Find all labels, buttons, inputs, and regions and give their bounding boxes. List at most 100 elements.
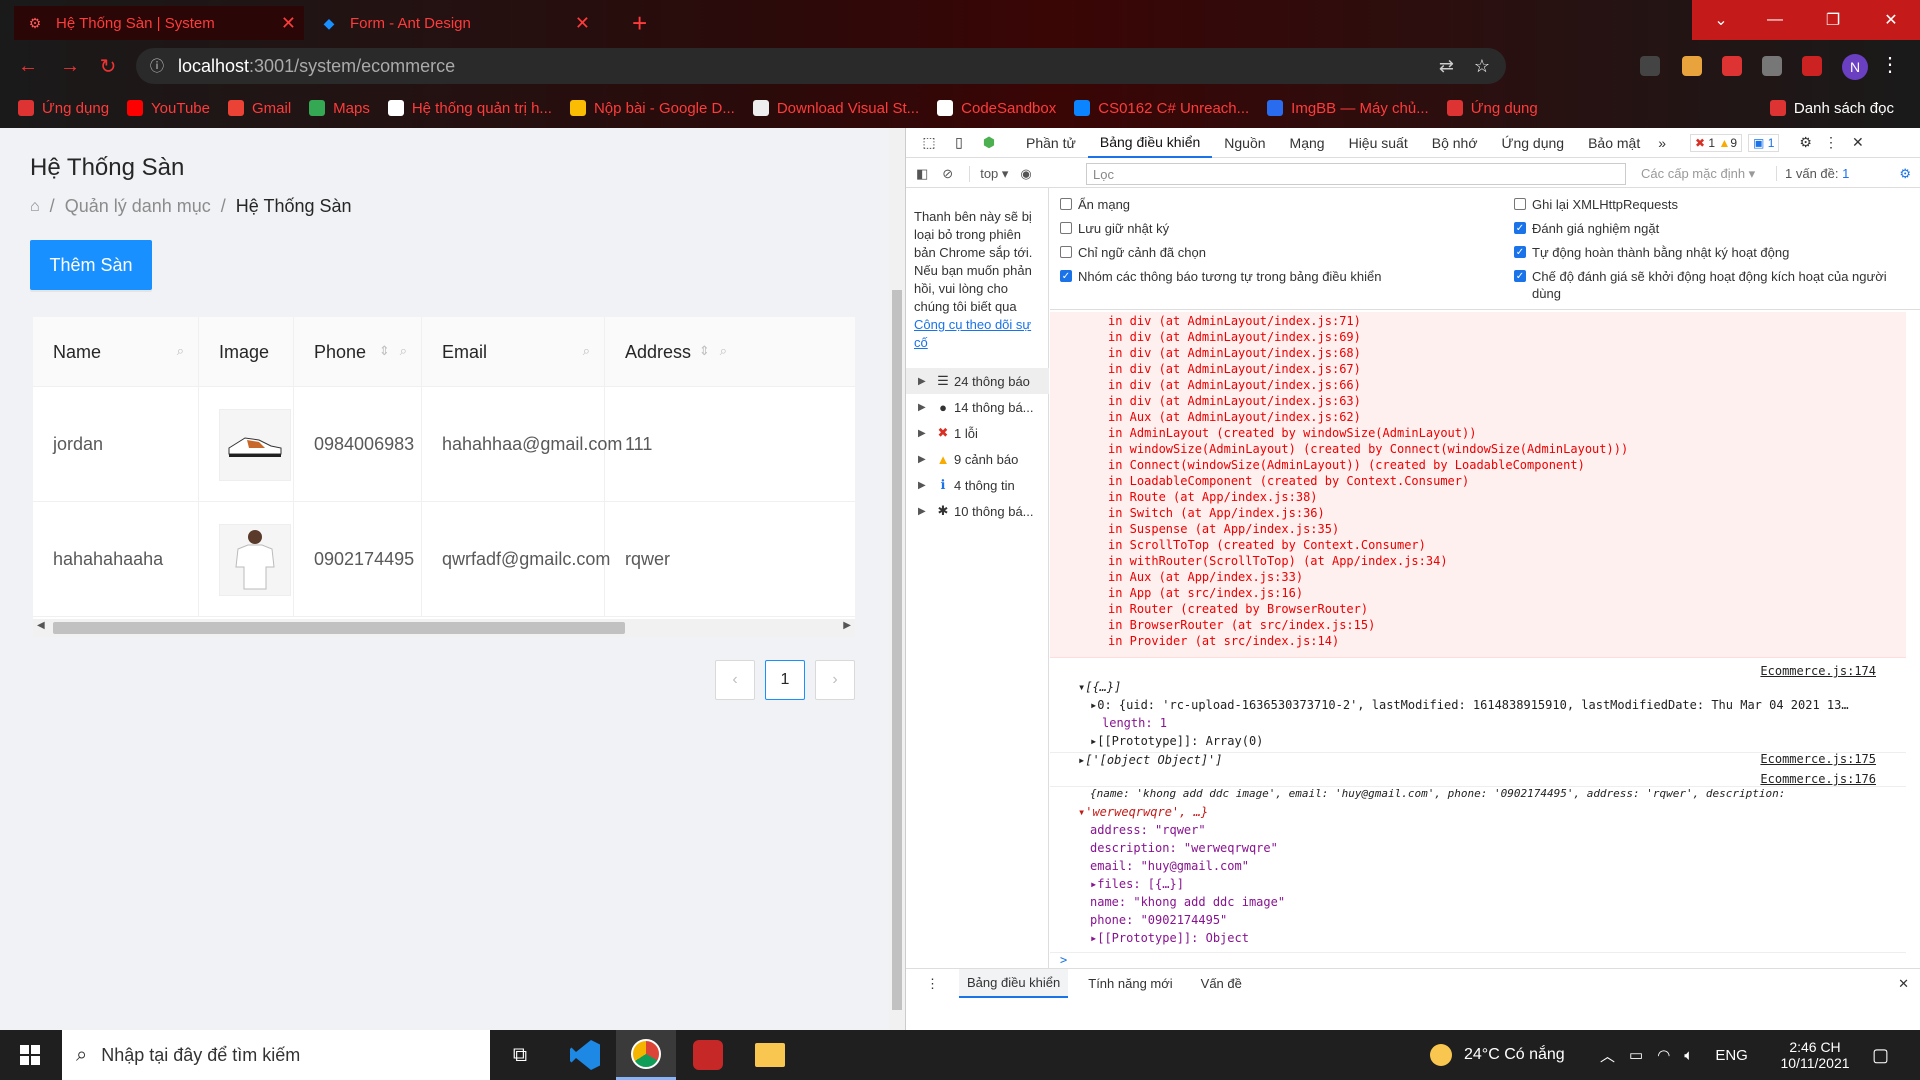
drawer-tab-issues[interactable]: Vấn đề xyxy=(1193,970,1250,997)
pagination-prev[interactable]: ‹ xyxy=(715,660,755,700)
network-icon[interactable]: ▭ xyxy=(1629,1046,1643,1064)
option-log-xhr[interactable]: Ghi lại XMLHttpRequests xyxy=(1514,196,1894,213)
clock[interactable]: 2:46 CH 10/11/2021 xyxy=(1760,1030,1870,1080)
info-badge[interactable]: ▣ 1 xyxy=(1748,133,1780,152)
tab-network[interactable]: Mạng xyxy=(1278,128,1337,158)
add-exchange-button[interactable]: Thêm Sàn xyxy=(30,240,152,290)
clear-console-icon[interactable]: ⊘ xyxy=(942,166,953,182)
more-tabs-icon[interactable]: » xyxy=(1658,135,1666,151)
checkbox-checked[interactable]: ✓ xyxy=(1514,222,1526,234)
bookmark-cs0162[interactable]: CS0162 C# Unreach... xyxy=(1074,100,1249,117)
sidebar-item-user-messages[interactable]: ▶ ● 14 thông bá... xyxy=(906,394,1049,420)
tab-security[interactable]: Bảo mật xyxy=(1576,128,1652,158)
home-icon[interactable]: ⌂ xyxy=(30,198,40,216)
checkbox[interactable] xyxy=(1514,198,1526,210)
task-view-icon[interactable]: ⧉ xyxy=(490,1030,550,1080)
scroll-right-icon[interactable]: ▶ xyxy=(843,620,851,631)
volume-icon[interactable]: 🔈︎ xyxy=(1684,1047,1693,1064)
bookmark-youtube[interactable]: YouTube xyxy=(127,100,210,117)
log-line[interactable]: ▸0: {uid: 'rc-upload-1636530373710-2', l… xyxy=(1050,698,1906,716)
language-indicator[interactable]: ENG xyxy=(1715,1047,1748,1064)
reload-icon[interactable]: ↻ xyxy=(94,52,122,80)
error-badge[interactable]: ✖ 1 ▲9 xyxy=(1690,133,1743,152)
star-icon[interactable]: ☆ xyxy=(1474,56,1490,77)
checkbox-checked[interactable]: ✓ xyxy=(1060,270,1072,282)
tab-console[interactable]: Bảng điều khiển xyxy=(1087,128,1213,158)
avatar[interactable]: N xyxy=(1842,54,1868,80)
object-property[interactable]: phone: "0902174495" xyxy=(1050,913,1906,931)
tab-application[interactable]: Ứng dụng xyxy=(1490,128,1577,158)
option-eval-triggers[interactable]: ✓ Chế độ đánh giá sẽ khởi động hoạt động … xyxy=(1514,268,1894,302)
menu-icon[interactable]: ⋮ xyxy=(1880,52,1900,77)
sidebar-item-verbose[interactable]: ▶ ✱ 10 thông bá... xyxy=(906,498,1049,524)
log-line[interactable]: ▸['[object Object]'] xyxy=(1050,753,1906,771)
new-tab-button[interactable]: + xyxy=(620,6,660,40)
source-link[interactable]: Ecommerce.js:174 xyxy=(1760,664,1876,678)
tab-antdesign[interactable]: ◆ Form - Ant Design ✕ xyxy=(308,6,598,40)
tab-memory[interactable]: Bộ nhớ xyxy=(1420,128,1490,158)
object-property[interactable]: description: "werweqrwqre" xyxy=(1050,841,1906,859)
issue-tracker-link[interactable]: Công cụ theo dõi sự cố xyxy=(914,317,1031,350)
bookmark-drive[interactable]: Nộp bài - Google D... xyxy=(569,100,735,117)
close-devtools-icon[interactable]: ✕ xyxy=(1852,134,1864,151)
sort-icon[interactable]: ⇕ xyxy=(699,343,710,359)
chrome-icon[interactable] xyxy=(616,1030,676,1080)
back-icon[interactable]: ← xyxy=(14,52,42,80)
object-property[interactable]: ▸files: [{…}] xyxy=(1050,877,1906,895)
option-autocomplete-history[interactable]: ✓ Tự động hoàn thành bằng nhật ký hoạt độ… xyxy=(1514,244,1894,261)
object-property[interactable]: ▸[[Prototype]]: Object xyxy=(1050,931,1906,949)
pagination-page[interactable]: 1 xyxy=(765,660,805,700)
option-group-similar[interactable]: ✓ Nhóm các thông báo tương tự trong bảng … xyxy=(1060,268,1440,285)
drawer-tab-whats-new[interactable]: Tính năng mới xyxy=(1080,970,1180,997)
checkbox-checked[interactable]: ✓ xyxy=(1514,246,1526,258)
table-horizontal-scrollbar[interactable]: ◀ ▶ xyxy=(33,619,855,637)
console-filter-input[interactable]: Lọc xyxy=(1086,163,1626,185)
object-property[interactable]: email: "huy@gmail.com" xyxy=(1050,859,1906,877)
forward-icon[interactable]: → xyxy=(56,52,84,80)
scrollbar-thumb[interactable] xyxy=(53,622,625,634)
pagination-next[interactable]: › xyxy=(815,660,855,700)
close-window-button[interactable]: ✕ xyxy=(1862,0,1920,40)
search-icon[interactable]: ⌕ xyxy=(583,343,590,359)
vscode-icon[interactable] xyxy=(555,1030,615,1080)
address-bar[interactable]: ⓘ localhost:3001/system/ecommerce ⇄ ☆ xyxy=(136,48,1506,84)
reading-list[interactable]: Danh sách đọc xyxy=(1769,100,1894,117)
search-icon[interactable]: ⌕ xyxy=(400,343,407,359)
extension-icon[interactable] xyxy=(1682,56,1702,76)
tab-system[interactable]: ⚙ Hệ Thống Sàn | System ✕ xyxy=(14,6,304,40)
source-link[interactable]: Ecommerce.js:176 xyxy=(1760,772,1876,786)
search-icon[interactable]: ⌕ xyxy=(177,343,184,359)
taskbar-search[interactable]: ⌕ Nhập tại đây để tìm kiếm xyxy=(62,1030,490,1080)
tab-elements[interactable]: Phần tử xyxy=(1014,128,1088,158)
bookmark-codesandbox[interactable]: CodeSandbox xyxy=(937,100,1056,117)
device-toggle-icon[interactable]: ▯ xyxy=(944,134,974,151)
checkbox[interactable] xyxy=(1060,222,1072,234)
drawer-tab-console[interactable]: Bảng điều khiển xyxy=(959,969,1069,998)
page-vertical-scrollbar[interactable] xyxy=(889,128,905,1030)
bookmark-admin[interactable]: Hệ thống quản trị h... xyxy=(387,100,552,117)
file-explorer-icon[interactable] xyxy=(740,1030,800,1080)
option-preserve-log[interactable]: Lưu giữ nhật ký xyxy=(1060,220,1440,237)
bookmark-gmail[interactable]: Gmail xyxy=(227,100,291,117)
bookmark-maps[interactable]: Maps xyxy=(309,100,370,117)
log-line[interactable]: ▾'werweqrwqre', …} xyxy=(1050,805,1906,823)
search-icon[interactable]: ⌕ xyxy=(720,343,727,359)
sidebar-item-warnings[interactable]: ▶ ▲ 9 cảnh báo xyxy=(906,446,1049,472)
minimize-button[interactable]: — xyxy=(1746,0,1804,40)
object-property[interactable]: name: "khong add ddc image" xyxy=(1050,895,1906,913)
sidebar-item-messages[interactable]: ▶ ☰ 24 thông báo xyxy=(906,368,1049,394)
breadcrumb-parent[interactable]: Quản lý danh mục xyxy=(65,196,211,217)
settings-gear-icon[interactable]: ⚙ xyxy=(1799,134,1812,151)
sidebar-item-info[interactable]: ▶ ℹ 4 thông tin xyxy=(906,472,1049,498)
issues-button[interactable]: 1 vấn đề: 1 xyxy=(1776,166,1849,181)
windows-start-icon[interactable] xyxy=(0,1030,60,1080)
tab-sources[interactable]: Nguồn xyxy=(1212,128,1277,158)
drawer-menu-icon[interactable]: ⋮ xyxy=(926,976,939,992)
close-icon[interactable]: ✕ xyxy=(281,13,296,34)
sidebar-toggle-icon[interactable]: ◧ xyxy=(916,166,928,182)
log-line[interactable]: ▸[[Prototype]]: Array(0) xyxy=(1050,734,1906,752)
product-thumbnail[interactable] xyxy=(219,408,291,481)
log-line[interactable]: {name: 'khong add ddc image', email: 'hu… xyxy=(1050,787,1906,805)
context-select[interactable]: top ▾ xyxy=(969,165,1008,182)
extension-icon[interactable] xyxy=(1640,56,1660,76)
